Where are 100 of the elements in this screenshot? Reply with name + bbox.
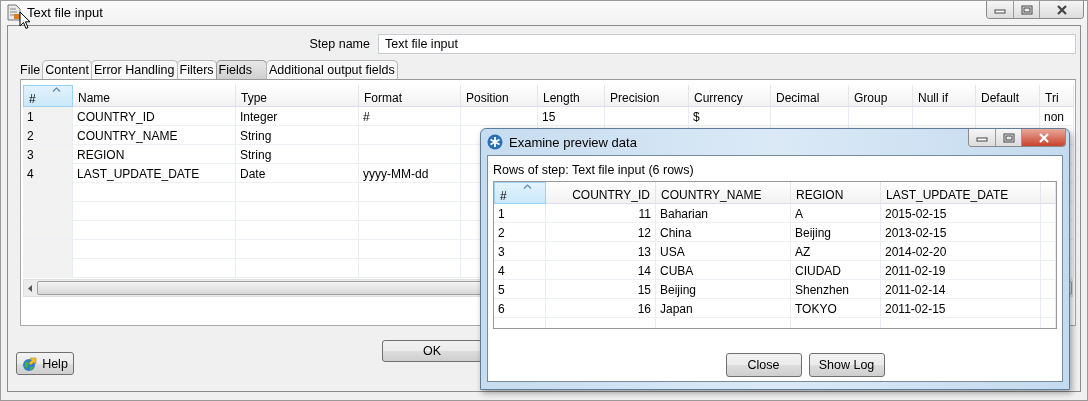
dialog-title: Examine preview data xyxy=(509,134,637,150)
maximize-icon xyxy=(1002,132,1015,143)
column-header[interactable]: Default xyxy=(976,85,1040,107)
close-icon xyxy=(1037,132,1050,143)
table-cell: Beijing xyxy=(791,223,881,242)
tab[interactable]: Fields xyxy=(215,60,267,79)
table-cell: 2015-02-15 xyxy=(881,204,1041,223)
tab[interactable]: Error Handling xyxy=(90,60,178,79)
row-number: 4 xyxy=(494,261,546,280)
scroll-left-icon[interactable] xyxy=(28,284,33,292)
table-cell xyxy=(1041,299,1056,318)
table-cell: AZ xyxy=(791,242,881,261)
table-cell xyxy=(849,107,913,126)
table-cell: Baharian xyxy=(656,204,791,223)
dialog-button[interactable]: Close xyxy=(725,353,802,377)
column-header xyxy=(1041,182,1056,204)
row-number: 6 xyxy=(494,299,546,318)
table-cell: Japan xyxy=(656,299,791,318)
table-cell: 2013-02-15 xyxy=(881,223,1041,242)
minimize-button[interactable] xyxy=(987,1,1013,18)
table-cell: 2011-02-14 xyxy=(881,280,1041,299)
column-header[interactable]: COUNTRY_NAME xyxy=(656,182,791,204)
row-number: 5 xyxy=(494,280,546,299)
row-number: 1 xyxy=(23,107,73,126)
column-header[interactable]: LAST_UPDATE_DATE xyxy=(881,182,1041,204)
maximize-icon xyxy=(1020,4,1033,15)
column-header[interactable]: Decimal xyxy=(771,85,849,107)
tab[interactable]: File xyxy=(17,60,44,79)
table-cell: A xyxy=(791,204,881,223)
table-cell: 15 xyxy=(546,280,656,299)
minimize-button[interactable] xyxy=(969,129,995,146)
table-cell: # xyxy=(359,107,461,126)
table-cell: TOKYO xyxy=(791,299,881,318)
column-header[interactable]: Format xyxy=(359,85,461,107)
table-cell: 2014-02-20 xyxy=(881,242,1041,261)
table-cell: China xyxy=(656,223,791,242)
close-button[interactable] xyxy=(1021,129,1065,146)
help-button[interactable]: Help xyxy=(16,352,74,375)
table-cell: CUBA xyxy=(656,261,791,280)
table-cell xyxy=(913,107,976,126)
table-cell xyxy=(1041,261,1056,280)
column-header[interactable]: Position xyxy=(461,85,538,107)
column-header[interactable]: Group xyxy=(849,85,913,107)
column-header[interactable]: Name xyxy=(73,85,236,107)
table-cell: 14 xyxy=(546,261,656,280)
table-cell: COUNTRY_NAME xyxy=(73,126,236,145)
column-header[interactable]: REGION xyxy=(791,182,881,204)
row-number: 3 xyxy=(23,145,73,164)
table-cell: CIUDAD xyxy=(791,261,881,280)
tab[interactable]: Content xyxy=(42,60,92,79)
row-number: 4 xyxy=(23,164,73,183)
table-cell: 2011-02-19 xyxy=(881,261,1041,280)
row-number: 2 xyxy=(23,126,73,145)
table-cell xyxy=(1041,204,1056,223)
table-cell: $ xyxy=(689,107,771,126)
close-icon xyxy=(1055,4,1068,15)
column-header[interactable]: COUNTRY_ID xyxy=(546,182,656,204)
globe-icon xyxy=(22,355,39,372)
maximize-button[interactable] xyxy=(1013,1,1039,18)
ok-button[interactable]: OK xyxy=(382,340,482,362)
table-cell: LAST_UPDATE_DATE xyxy=(73,164,236,183)
document-icon xyxy=(7,3,21,21)
tab[interactable]: Filters xyxy=(176,60,217,79)
table-cell: 2011-02-15 xyxy=(881,299,1041,318)
step-name-label: Step name xyxy=(309,37,370,51)
table-cell: non xyxy=(1040,107,1074,126)
column-header[interactable]: Type xyxy=(236,85,359,107)
table-cell: yyyy-MM-dd xyxy=(359,164,461,183)
tab[interactable]: Additional output fields xyxy=(265,60,398,79)
close-button[interactable] xyxy=(1039,1,1083,18)
table-cell: COUNTRY_ID xyxy=(73,107,236,126)
row-number: 2 xyxy=(494,223,546,242)
table-cell xyxy=(1041,280,1056,299)
table-cell: Shenzhen xyxy=(791,280,881,299)
column-header[interactable]: # xyxy=(23,85,73,107)
table-cell: Beijing xyxy=(656,280,791,299)
table-cell: 13 xyxy=(546,242,656,261)
table-cell xyxy=(1041,242,1056,261)
table-cell: 12 xyxy=(546,223,656,242)
dialog-button[interactable]: Show Log xyxy=(808,353,885,377)
row-number: 1 xyxy=(494,204,546,223)
column-header[interactable]: Null if xyxy=(913,85,976,107)
row-number: 3 xyxy=(494,242,546,261)
table-cell: USA xyxy=(656,242,791,261)
table-cell xyxy=(1041,223,1056,242)
column-header[interactable]: Precision xyxy=(605,85,689,107)
step-name-field[interactable]: Text file input xyxy=(378,34,1076,54)
column-header[interactable]: # xyxy=(494,182,546,204)
column-header[interactable]: Tri xyxy=(1040,85,1074,107)
star-icon xyxy=(487,134,503,150)
table-cell: REGION xyxy=(73,145,236,164)
table-cell: 11 xyxy=(546,204,656,223)
table-cell: String xyxy=(236,126,359,145)
table-cell xyxy=(976,107,1040,126)
maximize-button[interactable] xyxy=(995,129,1021,146)
column-header[interactable]: Length xyxy=(538,85,605,107)
window-title: Text file input xyxy=(27,4,103,20)
table-cell: Integer xyxy=(236,107,359,126)
table-cell: Date xyxy=(236,164,359,183)
column-header[interactable]: Currency xyxy=(689,85,771,107)
